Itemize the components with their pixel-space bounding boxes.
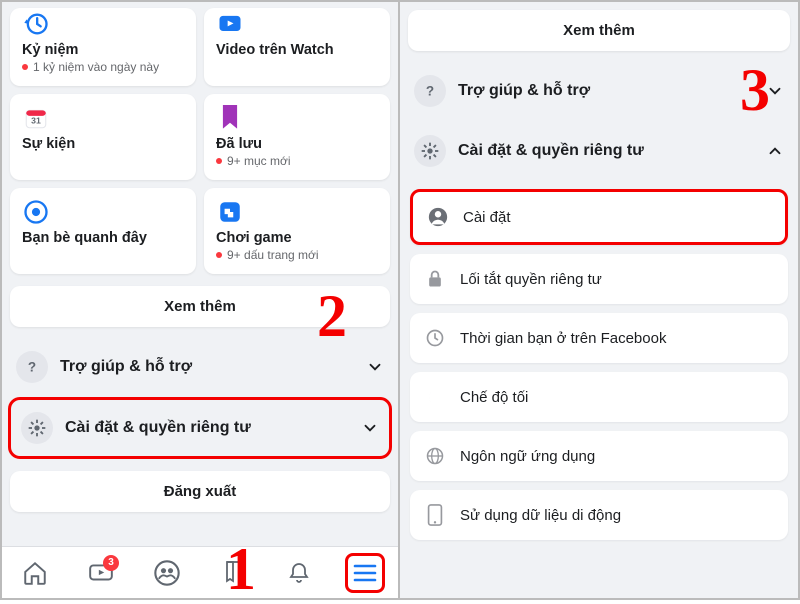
- chevron-down-icon: [366, 358, 384, 376]
- tab-home[interactable]: [15, 553, 55, 593]
- card-games[interactable]: Chơi game 9+ dấu trang mới: [204, 188, 390, 274]
- right-screen: Xem thêm ? Trợ giúp & hỗ trợ Cài đặt & q…: [400, 2, 798, 598]
- profile-icon: [427, 206, 449, 228]
- opt-app-language[interactable]: Ngôn ngữ ứng dụng: [410, 431, 788, 481]
- bottom-tab-bar: 3: [2, 546, 398, 598]
- help-support-row[interactable]: ? Trợ giúp & hỗ trợ: [400, 61, 798, 121]
- card-sub: 1 kỷ niệm vào ngày này: [22, 60, 184, 74]
- tab-pages[interactable]: [213, 553, 253, 593]
- card-title: Kỷ niệm: [22, 42, 184, 58]
- card-events[interactable]: 31 Sự kiện: [10, 94, 196, 180]
- opt-settings[interactable]: Cài đặt: [410, 189, 788, 245]
- gear-icon: [21, 412, 53, 444]
- opt-privacy-shortcuts[interactable]: Lối tắt quyền riêng tư: [410, 254, 788, 304]
- card-title: Bạn bè quanh đây: [22, 230, 184, 246]
- card-nearby-friends[interactable]: Bạn bè quanh đây: [10, 188, 196, 274]
- row-label: Trợ giúp & hỗ trợ: [458, 82, 590, 100]
- tab-menu[interactable]: [345, 553, 385, 593]
- clock-icon: [424, 327, 446, 349]
- card-title: Chơi game: [216, 230, 378, 246]
- gaming-icon: [216, 198, 244, 226]
- svg-text:?: ?: [28, 360, 36, 375]
- globe-icon: [424, 445, 446, 467]
- opt-dark-mode[interactable]: Chế độ tối: [410, 372, 788, 422]
- see-more-button[interactable]: Xem thêm: [10, 286, 390, 327]
- question-icon: ?: [16, 351, 48, 383]
- opt-label: Sử dụng dữ liệu di động: [460, 507, 621, 524]
- calendar-icon: 31: [22, 104, 50, 132]
- card-title: Đã lưu: [216, 136, 378, 152]
- svg-text:?: ?: [426, 84, 434, 99]
- chevron-up-icon: [766, 142, 784, 160]
- row-label: Cài đặt & quyền riêng tư: [458, 142, 644, 160]
- settings-privacy-row[interactable]: Cài đặt & quyền riêng tư: [8, 397, 392, 459]
- location-icon: [22, 198, 50, 226]
- watch-icon: [216, 10, 244, 38]
- help-support-row[interactable]: ? Trợ giúp & hỗ trợ: [2, 337, 398, 397]
- see-more-button[interactable]: Xem thêm: [408, 10, 790, 51]
- svg-text:31: 31: [31, 115, 41, 125]
- card-saved[interactable]: Đã lưu 9+ mục mới: [204, 94, 390, 180]
- opt-label: Ngôn ngữ ứng dụng: [460, 448, 595, 465]
- bookmark-icon: [216, 104, 244, 132]
- lock-icon: [424, 268, 446, 290]
- card-sub: 9+ dấu trang mới: [216, 248, 378, 262]
- opt-label: Chế độ tối: [460, 389, 528, 406]
- opt-mobile-data[interactable]: Sử dụng dữ liệu di động: [410, 490, 788, 540]
- question-icon: ?: [414, 75, 446, 107]
- chevron-down-icon: [361, 419, 379, 437]
- row-label: Cài đặt & quyền riêng tư: [65, 419, 251, 437]
- card-memories[interactable]: Kỷ niệm 1 kỷ niệm vào ngày này: [10, 8, 196, 86]
- opt-label: Cài đặt: [463, 209, 511, 226]
- card-sub: 9+ mục mới: [216, 154, 378, 168]
- logout-button[interactable]: Đăng xuất: [10, 471, 390, 512]
- card-watch[interactable]: Video trên Watch: [204, 8, 390, 86]
- row-label: Trợ giúp & hỗ trợ: [60, 358, 192, 376]
- card-title: Sự kiện: [22, 136, 184, 152]
- settings-privacy-row[interactable]: Cài đặt & quyền riêng tư: [400, 121, 798, 181]
- tab-watch[interactable]: 3: [81, 553, 121, 593]
- opt-label: Lối tắt quyền riêng tư: [460, 271, 602, 288]
- left-screen: Kỷ niệm 1 kỷ niệm vào ngày này Video trê…: [2, 2, 400, 598]
- tab-notifications[interactable]: [279, 553, 319, 593]
- moon-icon: [424, 386, 446, 408]
- opt-label: Thời gian bạn ở trên Facebook: [460, 330, 666, 347]
- phone-icon: [424, 504, 446, 526]
- tab-groups[interactable]: [147, 553, 187, 593]
- gear-icon: [414, 135, 446, 167]
- card-title: Video trên Watch: [216, 42, 378, 58]
- settings-submenu: Cài đặt Lối tắt quyền riêng tư Thời gian…: [400, 181, 798, 540]
- opt-time-on-fb[interactable]: Thời gian bạn ở trên Facebook: [410, 313, 788, 363]
- watch-badge: 3: [103, 555, 119, 571]
- chevron-down-icon: [766, 82, 784, 100]
- clock-back-icon: [22, 10, 50, 38]
